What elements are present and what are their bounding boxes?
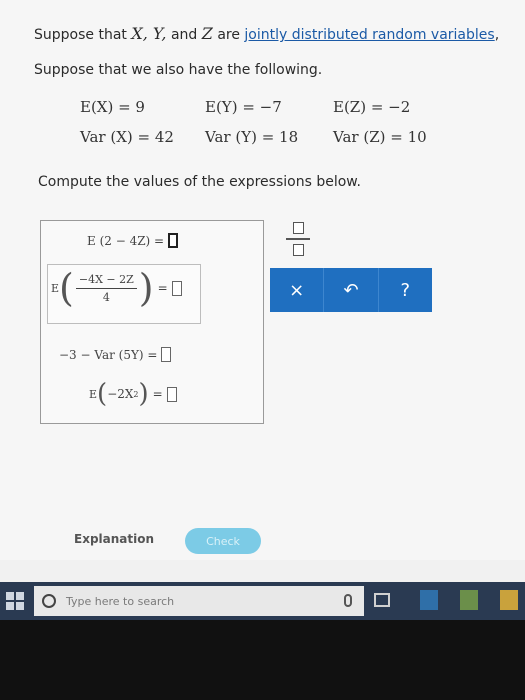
taskbar-search[interactable]: Type here to search — [34, 586, 364, 616]
intro-text: Suppose that — [34, 27, 132, 43]
store-app-icon[interactable] — [460, 590, 478, 610]
taskbar: Type here to search — [0, 582, 525, 620]
fraction-numerator-box-icon — [292, 222, 304, 234]
answer-input-2[interactable] — [171, 280, 182, 296]
expression-2-fraction: −4X − 2Z 4 — [75, 273, 137, 304]
also-text: Suppose that we also have the following. — [34, 62, 323, 78]
search-placeholder: Type here to search — [66, 594, 175, 608]
intro-tail: , — [494, 27, 500, 43]
microphone-icon[interactable] — [344, 594, 352, 607]
expression-2-e: E — [51, 281, 60, 295]
left-paren: ( — [97, 379, 108, 409]
windows-start-icon[interactable] — [6, 592, 24, 610]
intro-and: and — [166, 27, 202, 43]
answer-input-1[interactable] — [168, 233, 179, 248]
math-toolbar: × ↶ ? — [270, 268, 432, 312]
expression-4-eq: = — [152, 387, 163, 401]
screen: Suppose that X, Y, and Z are jointly dis… — [0, 0, 525, 582]
intro-z: Z — [201, 24, 213, 43]
answer-input-4[interactable] — [166, 386, 177, 402]
monitor-bezel — [0, 620, 525, 700]
problem-panel: Suppose that X, Y, and Z are jointly dis… — [0, 0, 525, 560]
expression-4: E ( −2X 2 ) = — [89, 381, 177, 407]
fraction-bar-icon — [286, 238, 310, 240]
fraction-button[interactable] — [286, 222, 310, 264]
check-button[interactable]: Check — [185, 528, 261, 554]
compute-text: Compute the values of the expressions be… — [38, 174, 361, 190]
expression-4-inner: −2X — [107, 387, 134, 401]
expression-3-text: −3 − Var (5Y) = — [59, 347, 158, 362]
given-varz: Var (Z) = 10 — [333, 128, 427, 146]
expression-4-e: E — [89, 387, 98, 401]
expression-1-text: E (2 − 4Z) = — [87, 233, 165, 248]
left-paren: ( — [59, 266, 74, 310]
fraction-numerator: −4X − 2Z — [75, 273, 137, 289]
help-button[interactable]: ? — [379, 268, 432, 312]
expression-2: E ( −4X − 2Z 4 ) = — [51, 269, 182, 307]
answer-input-3[interactable] — [161, 347, 172, 362]
expression-2-eq: = — [157, 281, 168, 295]
answer-box: E (2 − 4Z) = E ( −4X − 2Z 4 ) = −3 − Var… — [40, 220, 264, 424]
edge-app-icon[interactable] — [420, 590, 438, 610]
given-ey: E(Y) = −7 — [205, 98, 282, 116]
fraction-denominator: 4 — [102, 290, 110, 304]
clear-button[interactable]: × — [270, 268, 325, 312]
given-vary: Var (Y) = 18 — [205, 128, 299, 146]
intro-vars: X, Y, — [131, 24, 167, 43]
jointly-distributed-link[interactable]: jointly distributed random variables — [244, 27, 494, 43]
intro-are: are — [212, 27, 245, 43]
undo-button[interactable]: ↶ — [324, 268, 379, 312]
file-explorer-icon[interactable] — [500, 590, 518, 610]
given-ex: E(X) = 9 — [80, 98, 145, 116]
expression-3: −3 − Var (5Y) = — [59, 347, 172, 362]
right-paren: ) — [138, 379, 149, 409]
expression-1: E (2 − 4Z) = — [87, 233, 179, 248]
cortana-icon — [42, 594, 56, 608]
given-ez: E(Z) = −2 — [333, 98, 411, 116]
right-paren: ) — [138, 266, 154, 310]
fraction-denominator-box-icon — [292, 244, 304, 256]
explanation-button[interactable]: Explanation — [74, 532, 154, 546]
task-view-icon[interactable] — [374, 593, 390, 607]
given-varx: Var (X) = 42 — [80, 128, 174, 146]
intro-line: Suppose that X, Y, and Z are jointly dis… — [34, 24, 499, 43]
